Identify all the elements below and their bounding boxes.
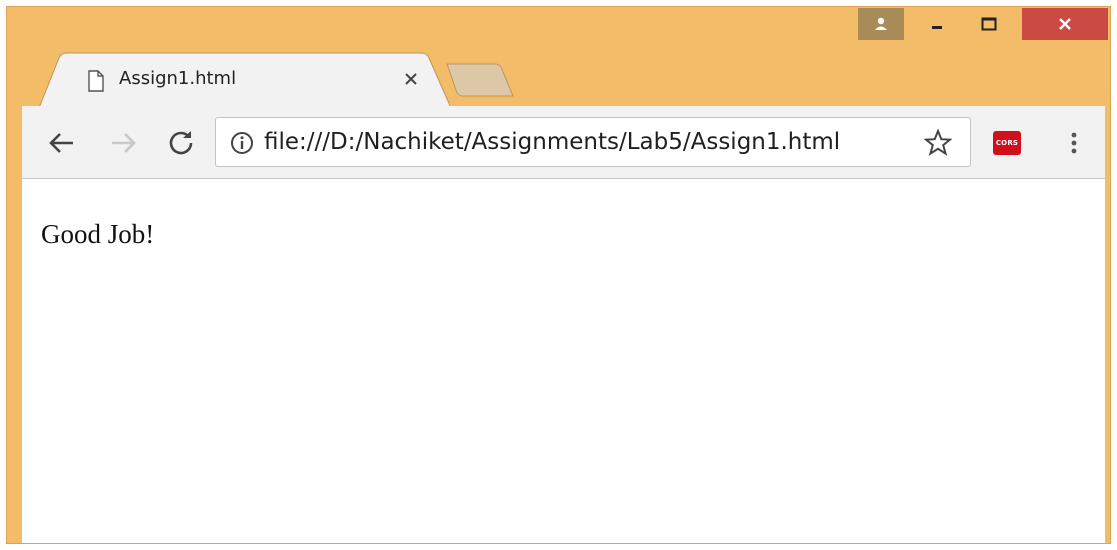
page-text: Good Job! xyxy=(41,219,155,249)
extension-label: CORS xyxy=(995,139,1019,147)
info-icon[interactable] xyxy=(230,131,254,155)
browser-window: Assign1.html file:///D:/Nachiket/Assignm… xyxy=(6,6,1111,544)
new-tab-button[interactable] xyxy=(443,63,517,97)
arrow-left-icon xyxy=(49,133,73,153)
profile-button[interactable] xyxy=(858,8,904,40)
reload-button[interactable] xyxy=(164,126,198,160)
tab-assign1[interactable]: Assign1.html xyxy=(39,52,451,108)
back-button[interactable] xyxy=(44,126,78,160)
minimize-icon xyxy=(932,26,942,29)
menu-button[interactable] xyxy=(1062,126,1086,160)
tab-title: Assign1.html xyxy=(119,68,237,89)
close-icon xyxy=(1059,18,1071,30)
person-icon xyxy=(875,17,887,30)
cors-extension-icon[interactable]: CORS xyxy=(993,131,1021,155)
close-window-button[interactable] xyxy=(1022,8,1108,40)
star-icon[interactable] xyxy=(924,129,952,157)
maximize-icon xyxy=(981,17,997,31)
page-content: Good Job! xyxy=(22,179,1105,543)
arrow-right-icon xyxy=(112,133,136,153)
reload-icon xyxy=(169,131,193,155)
address-bar[interactable]: file:///D:/Nachiket/Assignments/Lab5/Ass… xyxy=(215,117,971,167)
maximize-button[interactable] xyxy=(967,8,1011,40)
document-icon xyxy=(88,70,104,92)
forward-button[interactable] xyxy=(107,126,141,160)
toolbar: file:///D:/Nachiket/Assignments/Lab5/Ass… xyxy=(22,106,1105,179)
url-text[interactable]: file:///D:/Nachiket/Assignments/Lab5/Ass… xyxy=(264,129,840,155)
tab-close-button[interactable] xyxy=(399,67,423,91)
more-vert-icon xyxy=(1071,132,1077,154)
close-icon xyxy=(405,73,417,85)
minimize-button[interactable] xyxy=(916,8,958,40)
title-bar: Assign1.html xyxy=(7,7,1110,108)
